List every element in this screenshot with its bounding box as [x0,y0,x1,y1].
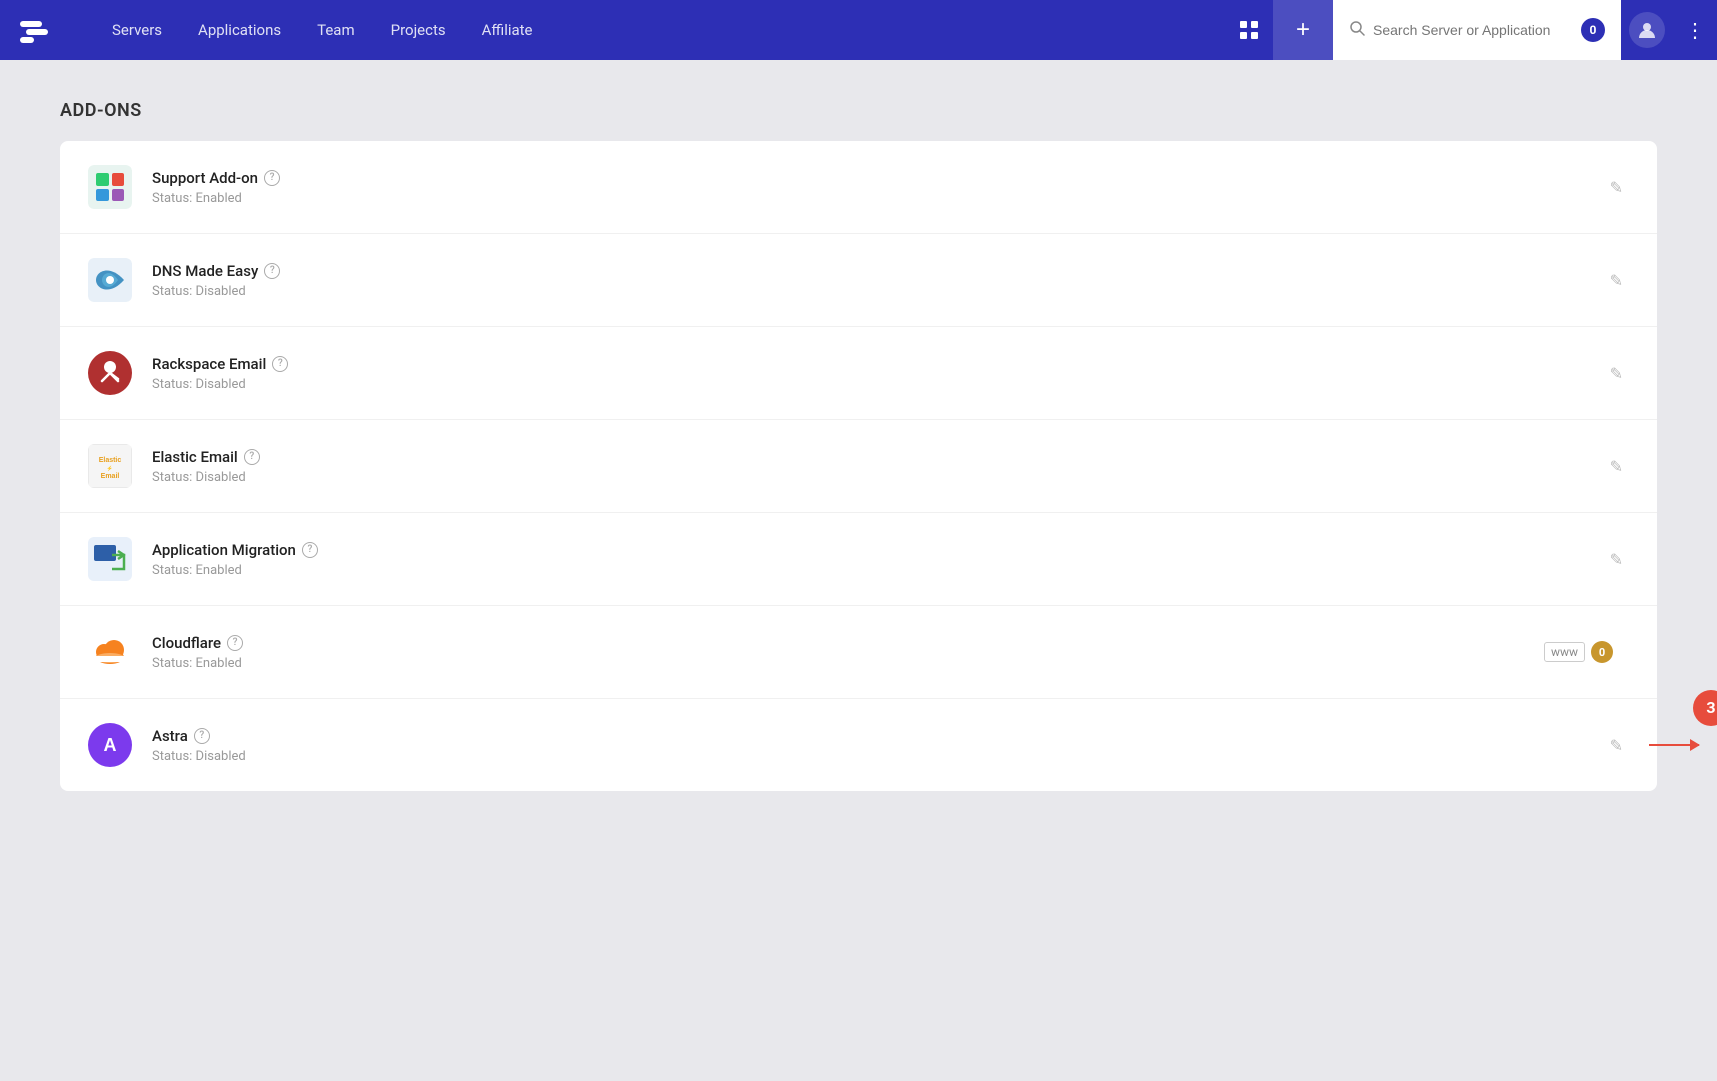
help-icon-cloudflare[interactable]: ? [227,635,243,651]
addon-row-elastic: Elastic ⚡ Email Elastic Email ? Status: … [60,420,1657,513]
nav-servers[interactable]: Servers [94,0,180,60]
logo[interactable] [20,15,64,45]
nav-links: Servers Applications Team Projects Affil… [94,0,1225,60]
add-button[interactable]: + [1273,0,1333,60]
more-options-button[interactable]: ⋮ [1673,18,1717,43]
grid-button[interactable] [1225,20,1273,40]
nav-applications[interactable]: Applications [180,0,299,60]
help-icon-rackspace[interactable]: ? [272,356,288,372]
edit-button-rackspace[interactable]: ✎ [1604,358,1629,389]
row-actions-dns: ✎ [1604,265,1629,296]
addon-status-cloudflare: Status: Enabled [152,656,1544,671]
addon-row-support: Support Add-on ? Status: Enabled ✎ [60,141,1657,234]
nav-affiliate[interactable]: Affiliate [464,0,551,60]
addon-row-cloudflare: Cloudflare ? Status: Enabled www 0 [60,606,1657,699]
nav-projects[interactable]: Projects [373,0,464,60]
addon-row-dns: DNS Made Easy ? Status: Disabled ✎ [60,234,1657,327]
edit-button-astra[interactable]: ✎ [1604,730,1629,761]
addon-status-astra: Status: Disabled [152,749,1604,764]
row-actions-cloudflare: www 0 [1544,641,1629,663]
step-badge: 3 [1693,690,1717,726]
elastic-logo: Elastic ⚡ Email [88,444,132,488]
addons-card: Support Add-on ? Status: Enabled ✎ [60,141,1657,791]
row-actions-rackspace: ✎ [1604,358,1629,389]
cloudflare-logo [88,630,132,674]
help-icon-elastic[interactable]: ? [244,449,260,465]
help-icon-migration[interactable]: ? [302,542,318,558]
addon-name-migration: Application Migration ? [152,541,1604,559]
navbar: Servers Applications Team Projects Affil… [0,0,1717,60]
addon-status-rackspace: Status: Disabled [152,377,1604,392]
search-area: 0 [1333,0,1621,60]
addon-status-dns: Status: Disabled [152,284,1604,299]
astra-logo: A [88,723,132,767]
addon-name-cloudflare: Cloudflare ? [152,634,1544,652]
user-avatar[interactable] [1629,12,1665,48]
addon-info-support: Support Add-on ? Status: Enabled [152,169,1604,206]
migration-logo [88,537,132,581]
addon-info-dns: DNS Made Easy ? Status: Disabled [152,262,1604,299]
section-title: ADD-ONS [60,100,1657,121]
addon-name-rackspace: Rackspace Email ? [152,355,1604,373]
addon-status-elastic: Status: Disabled [152,470,1604,485]
addon-info-astra: Astra ? Status: Disabled [152,727,1604,764]
svg-text:⚡: ⚡ [107,465,113,472]
edit-button-support[interactable]: ✎ [1604,172,1629,203]
addon-name-elastic: Elastic Email ? [152,448,1604,466]
search-input[interactable] [1373,22,1573,38]
addon-status-migration: Status: Enabled [152,563,1604,578]
notification-badge: 0 [1581,18,1605,42]
row-actions-support: ✎ [1604,172,1629,203]
addon-info-elastic: Elastic Email ? Status: Disabled [152,448,1604,485]
addon-row-migration: Application Migration ? Status: Enabled … [60,513,1657,606]
edit-button-dns[interactable]: ✎ [1604,265,1629,296]
addon-status-support: Status: Enabled [152,191,1604,206]
addon-info-migration: Application Migration ? Status: Enabled [152,541,1604,578]
help-icon-astra[interactable]: ? [194,728,210,744]
addon-name-support: Support Add-on ? [152,169,1604,187]
row-actions-elastic: ✎ [1604,451,1629,482]
main-content: ADD-ONS Support Add-on ? Status: Enabled [0,60,1717,831]
dns-logo [88,258,132,302]
edit-button-migration[interactable]: ✎ [1604,544,1629,575]
addon-row-rackspace: Rackspace Email ? Status: Disabled ✎ [60,327,1657,420]
addon-info-rackspace: Rackspace Email ? Status: Disabled [152,355,1604,392]
support-logo [88,165,132,209]
nav-team[interactable]: Team [299,0,373,60]
rackspace-logo [88,351,132,395]
svg-text:Email: Email [101,473,120,480]
addon-name-dns: DNS Made Easy ? [152,262,1604,280]
www-badge: www 0 [1544,641,1613,663]
row-actions-astra: ✎ 3 [1604,730,1629,761]
svg-text:A: A [104,735,117,755]
addon-info-cloudflare: Cloudflare ? Status: Enabled [152,634,1544,671]
help-icon-dns[interactable]: ? [264,263,280,279]
navbar-right: + 0 ⋮ [1225,0,1717,60]
cloudflare-count: 0 [1591,641,1613,663]
search-icon [1349,20,1365,40]
addon-row-astra: A Astra ? Status: Disabled ✎ 3 [60,699,1657,791]
addon-name-astra: Astra ? [152,727,1604,745]
svg-text:Elastic: Elastic [99,457,122,464]
help-icon-support[interactable]: ? [264,170,280,186]
edit-button-elastic[interactable]: ✎ [1604,451,1629,482]
row-actions-migration: ✎ [1604,544,1629,575]
www-label: www [1544,642,1585,662]
